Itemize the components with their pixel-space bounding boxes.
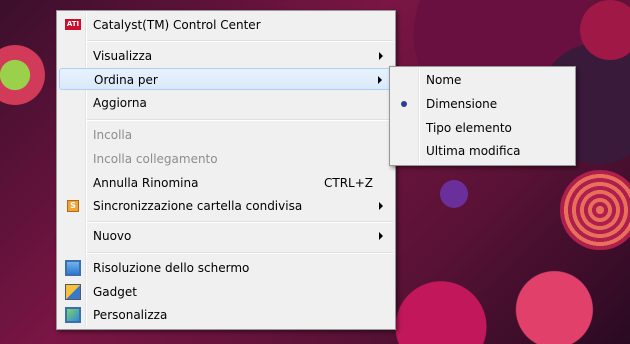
menu-item-label: Risoluzione dello schermo [93, 261, 250, 275]
selected-radio-icon [401, 101, 407, 107]
menu-item-sincronizzazione[interactable]: S Sincronizzazione cartella condivisa [59, 195, 393, 217]
wallpaper-shape [440, 180, 468, 208]
submenu-item-tipo-elemento[interactable]: Tipo elemento [392, 117, 573, 139]
menu-item-shortcut: CTRL+Z [323, 176, 373, 190]
menu-item-catalyst[interactable]: ATI Catalyst(TM) Control Center [59, 14, 393, 36]
menu-separator [87, 40, 393, 42]
desktop-context-menu: ATI Catalyst(TM) Control Center Visualiz… [56, 10, 396, 330]
submenu-item-ultima-modifica[interactable]: Ultima modifica [392, 140, 573, 162]
submenu-arrow-icon [378, 76, 382, 84]
submenu-item-label: Nome [426, 73, 462, 87]
menu-item-incolla: Incolla [59, 124, 393, 146]
menu-item-ordina-per[interactable]: Ordina per [59, 68, 393, 90]
ati-icon: ATI [65, 19, 81, 30]
menu-item-label: Ordina per [94, 73, 158, 87]
gadget-icon [65, 284, 81, 300]
menu-item-visualizza[interactable]: Visualizza [59, 45, 393, 67]
menu-item-gadget[interactable]: Gadget [59, 281, 393, 303]
menu-item-label: Catalyst(TM) Control Center [93, 18, 261, 32]
menu-item-label: Incolla [93, 128, 133, 142]
submenu-item-dimensione[interactable]: Dimensione [392, 93, 573, 115]
submenu-item-label: Dimensione [426, 97, 498, 111]
menu-separator [87, 221, 393, 223]
menu-item-label: Visualizza [93, 49, 153, 63]
wallpaper-shape [580, 0, 630, 60]
menu-item-annulla-rinomina[interactable]: Annulla Rinomina CTRL+Z [59, 172, 393, 194]
wallpaper-shape [560, 170, 630, 250]
menu-separator [87, 119, 393, 121]
menu-item-risoluzione-schermo[interactable]: Risoluzione dello schermo [59, 257, 393, 279]
menu-item-incolla-collegamento: Incolla collegamento [59, 148, 393, 170]
menu-item-label: Sincronizzazione cartella condivisa [93, 199, 303, 213]
personalize-icon [65, 307, 81, 323]
submenu-arrow-icon [379, 202, 383, 210]
submenu-item-label: Ultima modifica [426, 144, 521, 158]
sync-icon: S [67, 200, 79, 212]
menu-item-label: Nuovo [93, 229, 132, 243]
submenu-item-label: Tipo elemento [426, 121, 512, 135]
menu-item-nuovo[interactable]: Nuovo [59, 225, 393, 247]
menu-item-label: Personalizza [93, 308, 168, 322]
menu-item-label: Annulla Rinomina [93, 176, 199, 190]
menu-item-label: Gadget [93, 285, 137, 299]
menu-item-personalizza[interactable]: Personalizza [59, 304, 393, 326]
ordina-per-submenu: Nome Dimensione Tipo elemento Ultima mod… [389, 66, 576, 166]
submenu-arrow-icon [379, 232, 383, 240]
menu-item-label: Aggiorna [93, 96, 147, 110]
menu-item-label: Incolla collegamento [93, 152, 218, 166]
submenu-arrow-icon [379, 52, 383, 60]
submenu-item-nome[interactable]: Nome [392, 69, 573, 91]
wallpaper-shape [0, 40, 50, 110]
menu-separator [87, 252, 393, 254]
screen-resolution-icon [65, 260, 81, 276]
menu-item-aggiorna[interactable]: Aggiorna [59, 92, 393, 114]
